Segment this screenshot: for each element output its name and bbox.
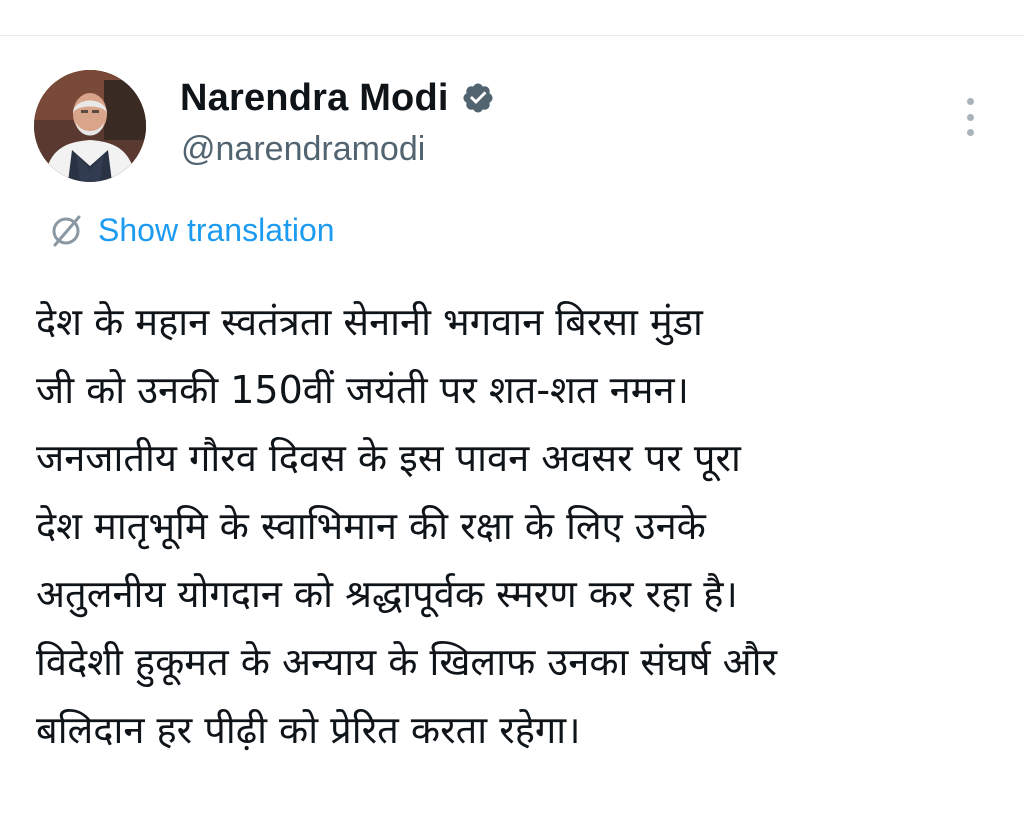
tweet-text: देश के महान स्वतंत्रता सेनानी भगवान बिरस… — [36, 288, 1006, 764]
avatar[interactable] — [34, 70, 146, 182]
tweet-text-line: देश मातृभूमि के स्वाभिमान की रक्षा के लि… — [36, 504, 706, 548]
translate-icon — [52, 215, 81, 247]
tweet-text-line: जनजातीय गौरव दिवस के इस पावन अवसर पर पूर… — [36, 436, 741, 480]
vertical-ellipsis-icon-dot — [966, 129, 974, 136]
vertical-ellipsis-icon-dot — [966, 113, 974, 121]
tweet-text-line: जी को उनकी 150वीं जयंती पर शत-शत नमन। — [36, 368, 689, 412]
vertical-ellipsis-icon-dot — [966, 98, 974, 105]
tweet-card[interactable]: Narendra Modi @narendramodi Show transla… — [0, 36, 1024, 817]
author-handle[interactable]: @narendramodi — [181, 128, 425, 170]
author-name-text[interactable]: Narendra Modi — [180, 74, 449, 122]
tweet-text-line: देश के महान स्वतंत्रता सेनानी भगवान बिरस… — [36, 300, 703, 344]
show-translation-button[interactable]: Show translation — [48, 210, 335, 250]
profile-photo-icon — [34, 70, 146, 182]
tweet-text-line: बलिदान हर पीढ़ी को प्रेरित करता रहेगा। — [36, 708, 581, 752]
verified-badge-icon — [463, 83, 493, 113]
tweet-text-line: विदेशी हुकूमत के अन्याय के खिलाफ उनका सं… — [36, 640, 778, 684]
more-options-button[interactable] — [955, 92, 985, 142]
author-name[interactable]: Narendra Modi — [180, 74, 495, 122]
show-translation-label[interactable]: Show translation — [98, 210, 335, 250]
tweet-text-line: अतुलनीय योगदान को श्रद्धापूर्वक स्मरण कर… — [36, 572, 738, 616]
